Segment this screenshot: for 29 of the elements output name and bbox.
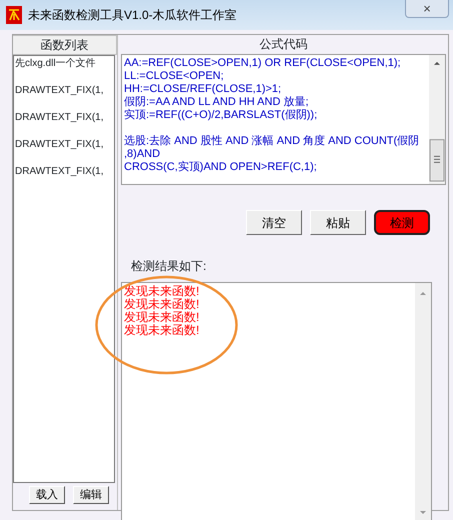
app-logo-icon xyxy=(6,6,22,24)
code-line: 假阴:=AA AND LL AND HH AND 放量; xyxy=(124,96,309,108)
list-button[interactable]: 载入 xyxy=(29,486,65,504)
code-line: CROSS(C,实顶)AND OPEN>REF(C,1); xyxy=(124,161,317,174)
list-button[interactable]: 编辑 xyxy=(73,486,109,504)
formula-editor[interactable] xyxy=(121,54,446,185)
code-line: LL:=CLOSE<OPEN; xyxy=(124,70,224,83)
list-item[interactable]: DRAWTEXT_FIX(1, xyxy=(14,111,104,138)
result-label: 检测结果如下: xyxy=(131,258,206,275)
code-line: 选股:去除 AND 股性 AND 涨幅 AND 角度 AND COUNT(假阴 xyxy=(124,135,420,148)
action-button[interactable]: 检测 xyxy=(374,210,430,235)
list-item[interactable]: DRAWTEXT_FIX(1, xyxy=(14,84,104,111)
list-item[interactable]: DRAWTEXT_FIX(1, xyxy=(14,138,104,165)
code-line: HH:=CLOSE/REF(CLOSE,1)>1; xyxy=(124,83,282,96)
action-button[interactable]: 粘贴 xyxy=(310,210,366,235)
result-line: 发现未来函数! xyxy=(124,324,200,337)
list-header: 函数列表 xyxy=(13,35,117,55)
result-line: 发现未来函数! xyxy=(124,298,200,311)
code-line: AA:=REF(CLOSE>OPEN,1) OR REF(CLOSE<OPEN,1); xyxy=(124,57,401,70)
code-line: ,8)AND xyxy=(124,148,160,161)
action-button[interactable]: 清空 xyxy=(246,210,302,235)
result-line: 发现未来函数! xyxy=(124,285,200,298)
result-line: 发现未来函数! xyxy=(124,311,200,324)
code-line: 实顶:=REF((C+O)/2,BARSLAST(假阴)); xyxy=(124,109,318,122)
list-item[interactable]: DRAWTEXT_FIX(1, xyxy=(14,165,104,192)
list-item[interactable]: 先clxg.dll一个文件 xyxy=(14,57,96,84)
window-title: 未来函数检测工具V1.0-木瓜软件工作室 xyxy=(28,7,237,24)
formula-header: 公式代码 xyxy=(258,36,308,53)
close-button[interactable]: × xyxy=(405,0,449,18)
